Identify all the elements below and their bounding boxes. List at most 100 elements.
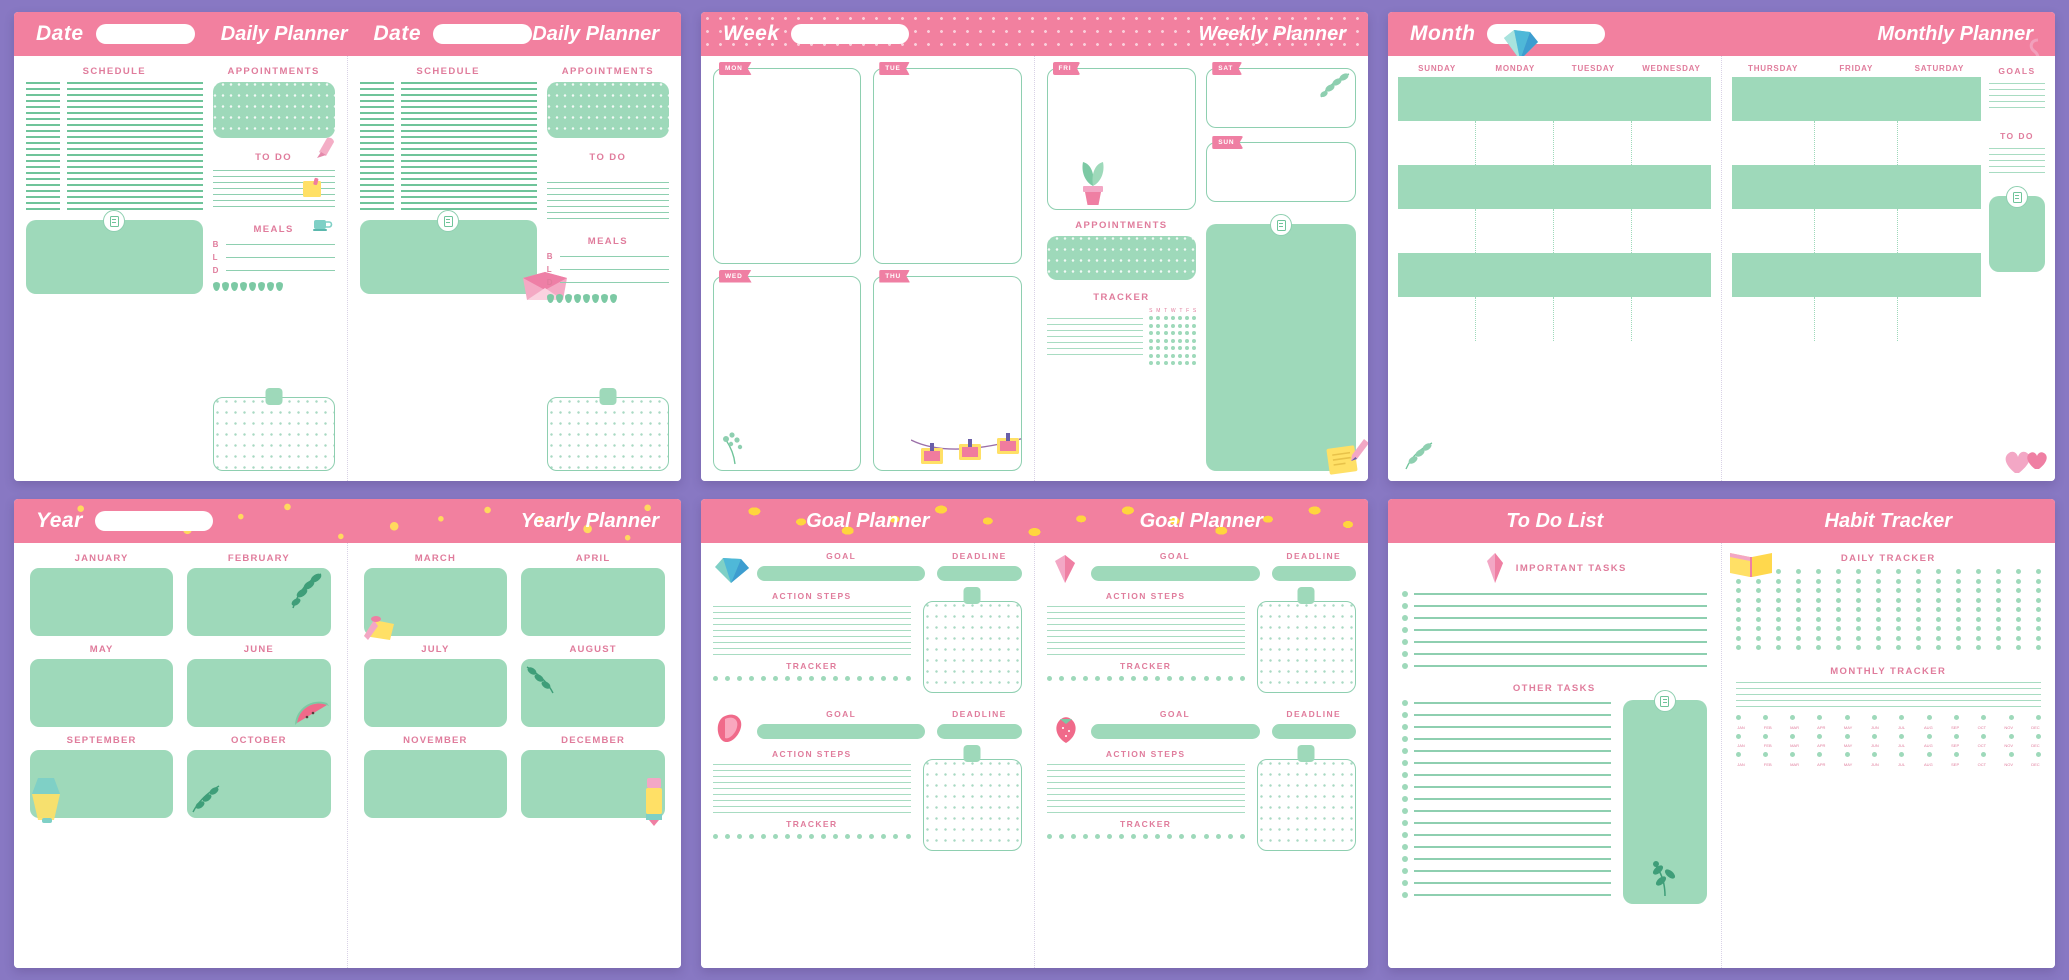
goal-tracker-dots[interactable] bbox=[713, 676, 911, 681]
schedule-lines[interactable] bbox=[26, 82, 203, 214]
goal-note-box[interactable] bbox=[922, 759, 1022, 851]
daily-notes-box-right[interactable] bbox=[212, 397, 335, 471]
todo-lines[interactable] bbox=[1989, 148, 2045, 178]
monthly-grid-left[interactable] bbox=[1398, 77, 1711, 341]
month-box[interactable] bbox=[30, 659, 174, 727]
monthly-tracker-title: MONTHLY TRACKER bbox=[1830, 666, 1947, 677]
action-steps-label: ACTION STEPS bbox=[772, 591, 852, 601]
month-box[interactable] bbox=[521, 568, 665, 636]
todo-item bbox=[1402, 760, 1611, 766]
month-box[interactable] bbox=[363, 750, 508, 818]
action-steps-lines[interactable] bbox=[713, 764, 911, 813]
daily-notes-box-right[interactable] bbox=[546, 397, 669, 471]
deadline-input[interactable] bbox=[937, 566, 1022, 581]
goals-lines[interactable] bbox=[1989, 83, 2045, 113]
month-name: DECEMBER bbox=[561, 735, 626, 746]
month-box[interactable] bbox=[521, 750, 665, 826]
note-doc-icon bbox=[2006, 186, 2028, 208]
meals-rows[interactable]: B L D bbox=[213, 240, 335, 279]
weekly-day-box[interactable] bbox=[713, 68, 862, 264]
month-box[interactable] bbox=[30, 750, 174, 823]
tracker-dot-grid[interactable]: SM TW TF S bbox=[1149, 308, 1197, 365]
plant-sprig-icon bbox=[1652, 861, 1675, 897]
todo-item bbox=[1402, 724, 1611, 730]
other-tasks-lines[interactable] bbox=[1402, 700, 1611, 904]
month-week-row bbox=[1398, 77, 1711, 121]
weekly-day-box[interactable] bbox=[1206, 142, 1356, 202]
water-tracker[interactable] bbox=[212, 282, 335, 291]
month-box[interactable] bbox=[363, 568, 508, 640]
schedule-line bbox=[359, 82, 537, 84]
month-labels-row: JAN FEB MAR APR MAY JUN JUL AUG SEP OCT NOV DE… bbox=[1737, 761, 2040, 767]
important-tasks-lines[interactable] bbox=[1402, 591, 1707, 669]
schedule-line bbox=[359, 184, 537, 186]
todo-item bbox=[1402, 639, 1707, 645]
weekly-day-box[interactable] bbox=[1046, 68, 1197, 210]
goal-input[interactable] bbox=[757, 566, 926, 581]
action-steps-lines[interactable] bbox=[713, 606, 911, 655]
monthly-grid-right[interactable] bbox=[1731, 77, 1982, 341]
goal-input[interactable] bbox=[1090, 566, 1260, 581]
water-tracker[interactable] bbox=[546, 294, 669, 303]
goal-input[interactable] bbox=[757, 724, 926, 739]
goal-tracker-dots[interactable] bbox=[713, 834, 911, 839]
todo-list-title: To Do List bbox=[1506, 509, 1604, 532]
month-box[interactable] bbox=[30, 568, 174, 636]
goal-note-box[interactable] bbox=[1256, 601, 1356, 693]
meal-key: L bbox=[212, 253, 218, 262]
schedule-lines[interactable] bbox=[359, 82, 537, 214]
week-input[interactable] bbox=[791, 24, 910, 44]
monthly-planner-header: Month Monthly Planner bbox=[1388, 12, 2055, 56]
month-box[interactable] bbox=[521, 659, 665, 727]
month-input[interactable] bbox=[1487, 24, 1606, 44]
todo-notes-box[interactable] bbox=[1622, 700, 1707, 904]
month-box[interactable] bbox=[187, 659, 331, 727]
goal-note-box[interactable] bbox=[922, 601, 1022, 693]
goal-input[interactable] bbox=[1090, 724, 1260, 739]
date-input-right[interactable] bbox=[433, 24, 533, 44]
weekly-day-box[interactable] bbox=[1206, 68, 1356, 128]
habit-daily-grid[interactable] bbox=[1735, 569, 2042, 650]
deadline-input[interactable] bbox=[1271, 724, 1356, 739]
weekly-planner-spread: Week Weekly Planner MON TUE WED THU FRI … bbox=[701, 12, 1368, 481]
goal-tracker-dots[interactable] bbox=[1046, 676, 1245, 681]
tracker-lines[interactable] bbox=[1046, 308, 1144, 365]
weekly-notes-box[interactable] bbox=[1206, 224, 1356, 471]
weekly-day-cell-mon: MON bbox=[713, 62, 862, 264]
year-input[interactable] bbox=[94, 511, 213, 531]
todo-line bbox=[212, 206, 335, 207]
deadline-input[interactable] bbox=[937, 724, 1022, 739]
goal-note-box[interactable] bbox=[1256, 759, 1356, 851]
month-box[interactable] bbox=[187, 750, 331, 818]
tracker-label: TRACKER bbox=[1119, 819, 1172, 829]
monthly-tracker-grid[interactable]: JAN FEB MAR APR MAY JUN JUL AUG SEP OCT NOV DE… bbox=[1735, 715, 2042, 767]
weekly-day-box[interactable] bbox=[713, 275, 862, 471]
schedule-line bbox=[359, 106, 537, 108]
year-label: Year bbox=[36, 509, 83, 532]
date-input-left[interactable] bbox=[95, 24, 195, 44]
monthly-tracker-lines[interactable] bbox=[1735, 682, 2041, 707]
month-name: JANUARY bbox=[74, 553, 129, 564]
todo-item bbox=[1402, 844, 1611, 850]
todo-lines[interactable] bbox=[212, 170, 335, 212]
month-name: JUNE bbox=[243, 644, 274, 655]
schedule-line bbox=[26, 100, 203, 102]
monthly-day-headers-right: THURSDAY FRIDAY SATURDAY bbox=[1732, 64, 1982, 77]
action-steps-lines[interactable] bbox=[1046, 764, 1245, 813]
leaf-branch-icon bbox=[291, 573, 321, 609]
weekly-appointments-box[interactable] bbox=[1046, 236, 1197, 280]
weekly-day-box[interactable] bbox=[873, 68, 1022, 264]
meals-rows[interactable]: B L D bbox=[547, 252, 669, 291]
month-box[interactable] bbox=[187, 568, 331, 636]
pink-crystal-icon bbox=[1486, 553, 1503, 583]
deadline-input[interactable] bbox=[1271, 566, 1356, 581]
month-box[interactable] bbox=[363, 659, 508, 727]
action-steps-lines[interactable] bbox=[1046, 606, 1245, 655]
appointments-box[interactable] bbox=[546, 82, 669, 138]
goal-tracker-dots[interactable] bbox=[1046, 834, 1245, 839]
leaf-branch-icon bbox=[1320, 73, 1350, 98]
appointments-box[interactable] bbox=[212, 82, 335, 138]
todo-lines[interactable] bbox=[546, 182, 669, 224]
todo-item bbox=[1402, 651, 1707, 657]
weekly-day-box[interactable] bbox=[873, 275, 1022, 471]
